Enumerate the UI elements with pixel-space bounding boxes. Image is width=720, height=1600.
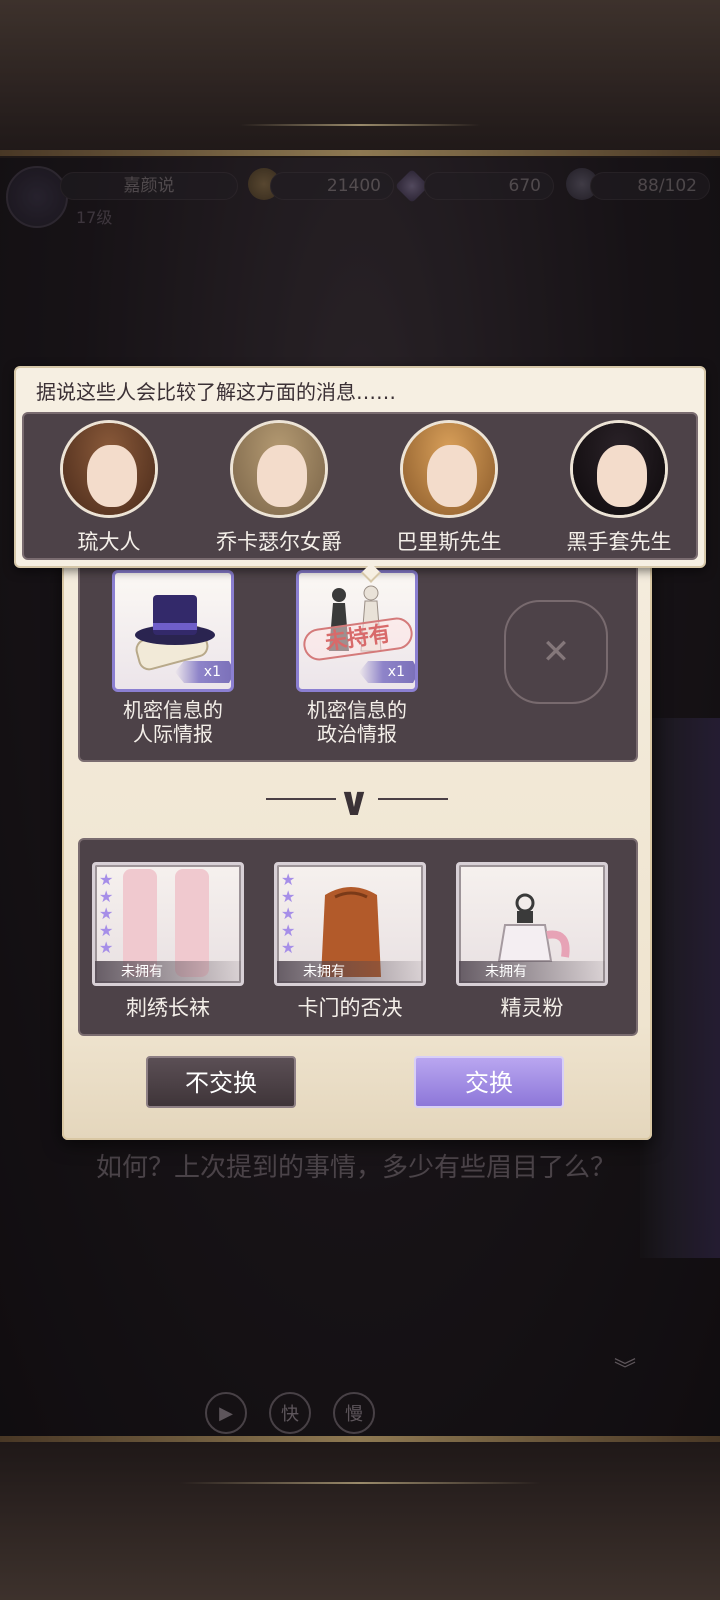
rewards-box: ★ ★ ★ ★ ★ 未拥有 刺绣长袜 ★ ★ ★ ★ ★ 未拥有 卡门的否决 未… <box>78 838 638 1036</box>
informant-name: 巴里斯先生 <box>396 530 502 554</box>
portrait-avatar <box>230 420 328 518</box>
reward-label: 精灵粉 <box>500 996 564 1020</box>
item-card[interactable]: x1 <box>112 570 234 692</box>
reward-carmen-veto[interactable]: ★ ★ ★ ★ ★ 未拥有 卡门的否决 <box>274 862 426 1022</box>
empty-slot: ✕ <box>504 600 608 704</box>
reward-card[interactable]: ★ ★ ★ ★ ★ 未拥有 <box>92 862 244 986</box>
informant-jokaser[interactable]: 乔卡瑟尔女爵 <box>194 420 364 556</box>
item-count: x1 <box>359 661 415 683</box>
reward-label: 刺绣长袜 <box>126 996 210 1020</box>
reward-fairy-dust[interactable]: 未拥有 精灵粉 <box>456 862 608 1022</box>
reward-embroidered-stockings[interactable]: ★ ★ ★ ★ ★ 未拥有 刺绣长袜 <box>92 862 244 1022</box>
informant-liu[interactable]: 琉大人 <box>24 420 194 556</box>
divider-swirl-left <box>266 798 336 800</box>
chevron-down-icon: ∨ <box>337 779 371 825</box>
informant-list: 琉大人 乔卡瑟尔女爵 巴里斯先生 黑手套先生 <box>22 412 698 560</box>
divider-swirl-right <box>378 798 448 800</box>
informant-name: 琉大人 <box>77 530 141 554</box>
tooltip-title: 据说这些人会比较了解这方面的消息…… <box>36 380 396 404</box>
portrait-avatar <box>570 420 668 518</box>
reward-card[interactable]: 未拥有 <box>456 862 608 986</box>
decline-button[interactable]: 不交换 <box>146 1056 296 1108</box>
item-label: 机密信息的 人际情报 <box>123 698 223 746</box>
input-item-social-intel[interactable]: x1 机密信息的 人际情报 <box>112 570 234 746</box>
informant-name: 黑手套先生 <box>566 530 672 554</box>
section-divider: ∨ <box>62 774 652 830</box>
required-items-box: x1 机密信息的 人际情报 未持有 x1 机密信息的 政治情报 ✕ <box>78 560 638 762</box>
item-card[interactable]: 未持有 x1 <box>296 570 418 692</box>
exchange-panel: x1 机密信息的 人际情报 未持有 x1 机密信息的 政治情报 ✕ ∨ ★ ★ … <box>62 560 652 1140</box>
exchange-button[interactable]: 交换 <box>414 1056 564 1108</box>
star-rating: ★ ★ ★ ★ ★ <box>281 870 296 957</box>
info-tooltip: 据说这些人会比较了解这方面的消息…… 琉大人 乔卡瑟尔女爵 巴里斯先生 黑手套先… <box>14 366 706 583</box>
not-owned-tag: 未拥有 <box>95 961 241 983</box>
reward-card[interactable]: ★ ★ ★ ★ ★ 未拥有 <box>274 862 426 986</box>
not-owned-tag: 未拥有 <box>459 961 605 983</box>
locked-slot-icon: ✕ <box>541 632 571 672</box>
item-count: x1 <box>175 661 231 683</box>
reward-label: 卡门的否决 <box>297 996 403 1020</box>
informant-baris[interactable]: 巴里斯先生 <box>364 420 534 556</box>
informant-black-glove[interactable]: 黑手套先生 <box>534 420 704 556</box>
informant-name: 乔卡瑟尔女爵 <box>216 530 342 554</box>
item-label: 机密信息的 政治情报 <box>307 698 407 746</box>
input-item-political-intel[interactable]: 未持有 x1 机密信息的 政治情报 <box>296 570 418 746</box>
portrait-avatar <box>60 420 158 518</box>
not-owned-tag: 未拥有 <box>277 961 423 983</box>
star-rating: ★ ★ ★ ★ ★ <box>99 870 114 957</box>
portrait-avatar <box>400 420 498 518</box>
